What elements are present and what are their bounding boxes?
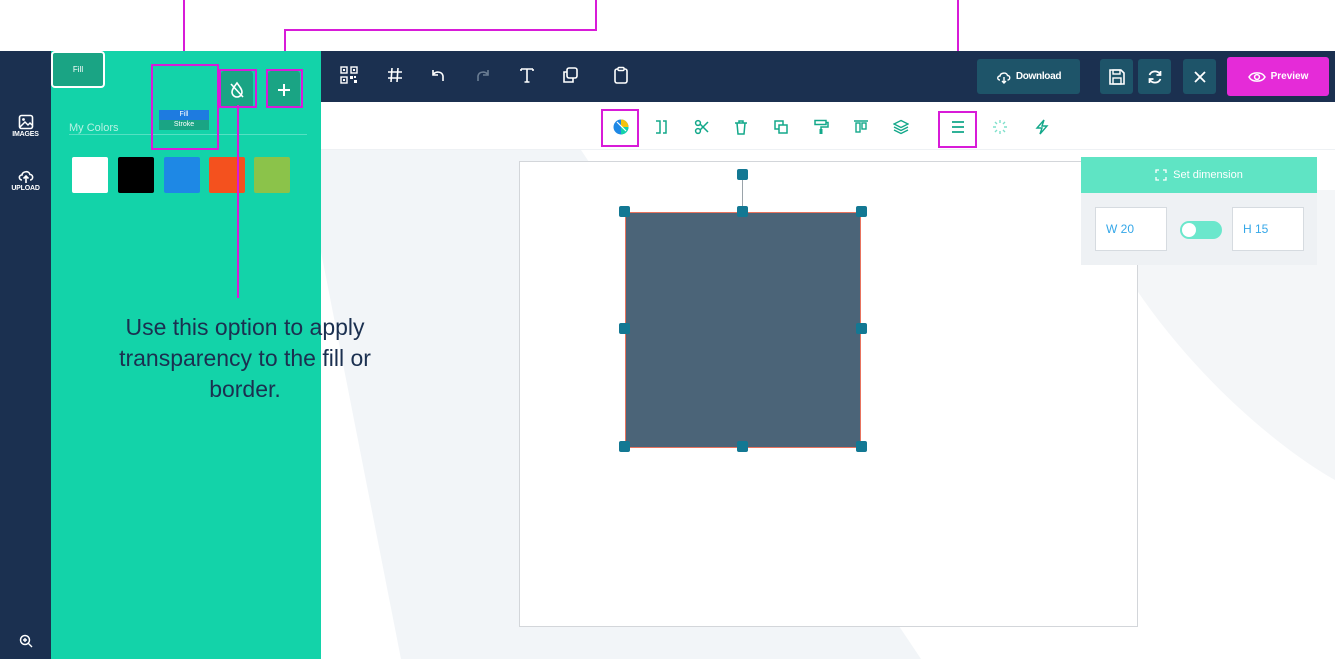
set-dimension-header[interactable]: Set dimension: [1081, 157, 1317, 193]
dimension-panel: Set dimension W 20 H 15: [1081, 157, 1317, 265]
color-swatch-blue[interactable]: [164, 157, 200, 193]
cloud-upload-icon: [18, 170, 33, 183]
redo-button[interactable]: [471, 63, 495, 87]
layers-button[interactable]: [890, 116, 912, 138]
set-dimension-label: Set dimension: [1173, 169, 1243, 181]
text-icon: [520, 68, 534, 83]
rail-upload-label: UPLOAD: [11, 185, 40, 192]
download-label: Download: [1015, 71, 1062, 82]
rail-item-images[interactable]: IMAGES: [0, 114, 51, 138]
delete-button[interactable]: [730, 116, 752, 138]
lightning-icon: [1035, 119, 1049, 135]
duplicate-button[interactable]: [558, 63, 582, 87]
copy-shape-icon: [563, 67, 578, 83]
highlight-align-menu: [938, 111, 977, 148]
scissors-icon: [694, 119, 709, 135]
layers-icon: [893, 119, 909, 135]
highlight-fill-stroke: [151, 64, 219, 150]
format-painter-button[interactable]: [810, 116, 832, 138]
qr-code-icon: [340, 66, 358, 84]
resize-handle-bottom-right[interactable]: [856, 441, 867, 452]
highlight-add-color: [266, 69, 303, 108]
flip-icon: [656, 120, 667, 134]
color-swatch-orange[interactable]: [209, 157, 245, 193]
rail-images-label: IMAGES: [12, 131, 39, 138]
cut-button[interactable]: [691, 116, 713, 138]
callout-line-add-horizontal: [284, 29, 597, 31]
zoom-button[interactable]: [0, 634, 51, 648]
expand-icon: [1155, 169, 1167, 181]
resize-handle-top[interactable]: [737, 206, 748, 217]
refresh-button[interactable]: [1138, 59, 1171, 94]
resize-handle-bottom-left[interactable]: [619, 441, 630, 452]
rail-item-upload[interactable]: UPLOAD: [0, 168, 51, 192]
align-top-button[interactable]: [850, 116, 872, 138]
sparkle-icon: [993, 120, 1007, 134]
undo-icon: [432, 70, 444, 81]
left-rail: IMAGES UPLOAD: [0, 51, 51, 659]
image-icon: [18, 114, 33, 130]
preview-label: Preview: [1270, 71, 1309, 82]
effects-button[interactable]: [989, 116, 1011, 138]
object-toolbar: [321, 102, 1335, 150]
toggle-knob: [1182, 223, 1196, 237]
resize-handle-top-right[interactable]: [856, 206, 867, 217]
highlight-transparency: [219, 69, 257, 108]
callout-line-transparency: [237, 105, 239, 298]
refresh-icon: [1148, 70, 1161, 83]
rotate-handle[interactable]: [737, 169, 748, 180]
resize-handle-bottom[interactable]: [737, 441, 748, 452]
zoom-in-icon: [19, 634, 32, 648]
preview-button[interactable]: Preview: [1227, 57, 1329, 96]
text-tool-button[interactable]: [515, 63, 539, 87]
clipboard-button[interactable]: [609, 63, 633, 87]
transparency-annotation: Use this option to apply transparency to…: [119, 314, 371, 402]
resize-handle-left[interactable]: [619, 323, 630, 334]
selected-rectangle[interactable]: [625, 212, 861, 448]
grid-button[interactable]: [383, 63, 407, 87]
width-input[interactable]: W 20: [1095, 207, 1167, 251]
color-swatch-green[interactable]: [254, 157, 290, 193]
align-top-icon: [854, 120, 868, 133]
qr-code-button[interactable]: [337, 63, 361, 87]
redo-icon: [477, 70, 489, 81]
copy-button[interactable]: [770, 116, 792, 138]
undo-button[interactable]: [426, 63, 450, 87]
editor-screen: IMAGES UPLOAD Fill Fill Stroke My Colors: [0, 0, 1335, 659]
callout-line-add-end: [595, 0, 597, 31]
hash-grid-icon: [388, 67, 402, 83]
eye-icon: [1247, 71, 1266, 82]
cloud-download-icon: [996, 71, 1011, 84]
my-colors-heading: My Colors: [69, 122, 119, 134]
clipboard-icon: [614, 66, 628, 84]
color-swatch-black[interactable]: [118, 157, 154, 193]
height-input[interactable]: H 15: [1232, 207, 1304, 251]
close-button[interactable]: [1183, 59, 1216, 94]
top-toolbar: Download Preview: [321, 51, 1335, 102]
aspect-lock-toggle[interactable]: [1180, 221, 1222, 239]
close-icon: [1193, 70, 1206, 83]
animate-button[interactable]: [1031, 116, 1053, 138]
paint-roller-icon: [814, 119, 829, 134]
download-button[interactable]: Download: [977, 59, 1080, 94]
color-swatch-white[interactable]: [72, 157, 108, 193]
resize-handle-right[interactable]: [856, 323, 867, 334]
save-button[interactable]: [1100, 59, 1133, 94]
trash-icon: [735, 120, 747, 135]
flip-button[interactable]: [650, 116, 672, 138]
highlight-fill-color: [601, 109, 639, 147]
resize-handle-top-left[interactable]: [619, 206, 630, 217]
fill-mode-button[interactable]: Fill: [51, 51, 105, 88]
copy-icon: [774, 120, 788, 134]
floppy-disk-icon: [1108, 68, 1125, 85]
fill-mode-label: Fill: [72, 65, 84, 74]
